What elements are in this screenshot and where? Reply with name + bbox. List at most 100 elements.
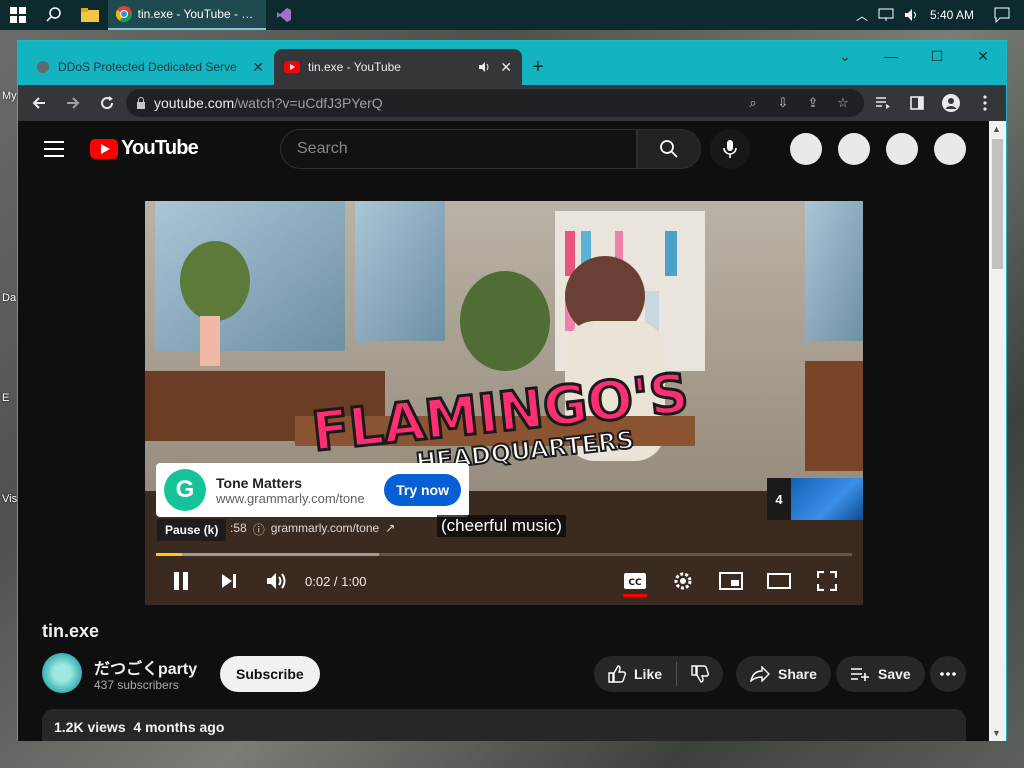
youtube-logo[interactable]: YouTube — [90, 137, 199, 160]
visual-studio-button[interactable] — [266, 0, 302, 30]
profile-button[interactable] — [936, 88, 966, 118]
header-action-button[interactable] — [886, 133, 918, 165]
channel-avatar[interactable] — [42, 653, 82, 693]
close-tab-icon[interactable]: ✕ — [252, 59, 264, 76]
address-bar[interactable]: youtube.com/watch?v=uCdfJ3PYerQ ⌕ ⇩ ⇪ ☆ — [126, 89, 864, 117]
next-ad-thumbnail — [791, 478, 863, 520]
clock[interactable]: 5:40 AM — [930, 8, 974, 22]
like-button[interactable]: Like — [594, 656, 676, 692]
forward-button[interactable] — [58, 88, 88, 118]
microphone-icon — [723, 140, 737, 158]
ad-cta-button[interactable]: Try now — [384, 474, 461, 506]
search-icon — [660, 140, 678, 158]
share-icon[interactable]: ⇪ — [802, 95, 824, 111]
network-icon[interactable] — [878, 8, 894, 22]
cc-active-indicator — [623, 594, 647, 597]
thumbs-down-icon — [691, 665, 710, 683]
close-window-icon[interactable]: ✕ — [960, 41, 1006, 71]
tab-youtube[interactable]: tin.exe - YouTube ✕ — [274, 49, 522, 85]
more-actions-button[interactable] — [930, 656, 966, 692]
like-dislike-group: Like — [594, 656, 724, 692]
file-explorer-button[interactable] — [72, 0, 108, 30]
speaker-icon[interactable] — [478, 61, 492, 73]
dislike-button[interactable] — [677, 656, 723, 692]
start-button[interactable] — [0, 0, 36, 30]
media-control-button[interactable] — [868, 88, 898, 118]
chevron-up-icon[interactable]: ︿ — [856, 7, 868, 24]
tab-ddos[interactable]: DDoS Protected Dedicated Serve ✕ — [26, 49, 274, 85]
miniplayer-button[interactable] — [707, 563, 755, 599]
menu-button[interactable] — [970, 88, 1000, 118]
ad-meta-link[interactable]: grammarly.com/tone — [271, 521, 379, 538]
close-tab-icon[interactable]: ✕ — [500, 59, 512, 76]
pause-button[interactable] — [157, 563, 205, 599]
system-tray: ︿ 5:40 AM — [856, 7, 1024, 24]
install-app-icon[interactable]: ⇩ — [772, 95, 794, 111]
subtitles-button[interactable]: CC — [611, 563, 659, 599]
description-box[interactable]: 1.2K views 4 months ago — [42, 709, 966, 741]
search-taskbar-button[interactable] — [36, 0, 72, 30]
next-ad-preview[interactable]: 4 — [767, 478, 863, 520]
channel-name[interactable]: だつごくparty — [94, 655, 197, 679]
theater-mode-button[interactable] — [755, 563, 803, 599]
mute-button[interactable] — [253, 563, 301, 599]
share-button[interactable]: Share — [736, 656, 831, 692]
svg-text:CC: CC — [628, 578, 642, 588]
desktop-icon-label[interactable]: Da — [2, 292, 16, 304]
grammarly-logo-icon: G — [164, 469, 206, 511]
taskbar-chrome-app[interactable]: tin.exe - YouTube - G... — [108, 0, 266, 30]
header-action-button[interactable] — [838, 133, 870, 165]
url-text: youtube.com/watch?v=uCdfJ3PYerQ — [154, 95, 734, 111]
maximize-icon[interactable]: ☐ — [914, 41, 960, 71]
closed-captions-icon: CC — [624, 573, 646, 589]
info-icon[interactable]: ⓘ — [253, 521, 265, 538]
progress-buffered — [156, 553, 379, 556]
page-scrollbar[interactable]: ▲ ▼ — [989, 121, 1006, 741]
settings-button[interactable] — [659, 563, 707, 599]
bookmark-star-icon[interactable]: ☆ — [832, 95, 854, 111]
skip-next-icon — [222, 574, 236, 588]
notification-icon[interactable] — [994, 7, 1010, 23]
scrollbar-thumb[interactable] — [992, 139, 1003, 269]
next-button[interactable] — [205, 563, 253, 599]
voice-search-button[interactable] — [710, 129, 750, 169]
volume-icon[interactable] — [904, 8, 920, 22]
desktop-icon-label[interactable]: My — [2, 90, 17, 102]
search-input[interactable]: Search — [280, 129, 637, 169]
youtube-header: YouTube Search — [18, 121, 990, 177]
thumbs-up-icon — [608, 665, 626, 683]
tab-strip: DDoS Protected Dedicated Serve ✕ tin.exe… — [18, 41, 1006, 85]
side-panel-icon — [910, 96, 924, 110]
youtube-play-icon — [90, 138, 118, 159]
avatar[interactable] — [934, 133, 966, 165]
player-controls: 0:02 / 1:00 CC — [145, 563, 863, 599]
new-tab-button[interactable]: + — [522, 49, 554, 85]
desktop-icon-label[interactable]: E — [2, 392, 9, 404]
ad-title: Tone Matters — [216, 474, 303, 491]
playlist-icon — [876, 97, 890, 109]
minimize-icon[interactable]: — — [868, 41, 914, 71]
reload-button[interactable] — [92, 88, 122, 118]
desktop-icon-label[interactable]: Vis — [2, 493, 17, 505]
ad-meta-time: :58 — [230, 521, 247, 535]
tab-search-icon[interactable]: ⌄ — [822, 41, 868, 71]
back-button[interactable] — [24, 88, 54, 118]
scroll-up-icon[interactable]: ▲ — [992, 124, 1001, 134]
window-controls: ⌄ — ☐ ✕ — [822, 41, 1006, 71]
subscribe-button[interactable]: Subscribe — [220, 656, 320, 692]
video-player[interactable]: FLAMINGO'S HEADQUARTERS G Tone Matters w… — [145, 201, 863, 605]
progress-bar[interactable] — [156, 553, 852, 556]
hamburger-menu-icon[interactable] — [44, 141, 64, 162]
save-button[interactable]: Save — [836, 656, 925, 692]
fullscreen-button[interactable] — [803, 563, 851, 599]
pause-icon — [174, 572, 188, 590]
side-panel-button[interactable] — [902, 88, 932, 118]
reload-icon — [101, 96, 114, 110]
search-button[interactable] — [637, 129, 701, 169]
right-controls: CC — [611, 563, 851, 599]
scroll-down-icon[interactable]: ▼ — [992, 728, 1001, 738]
zoom-icon[interactable]: ⌕ — [742, 95, 764, 111]
header-action-button[interactable] — [790, 133, 822, 165]
ad-overlay-card[interactable]: G Tone Matters www.grammarly.com/tone Tr… — [156, 463, 469, 517]
taskbar-app-title: tin.exe - YouTube - G... — [137, 7, 258, 21]
